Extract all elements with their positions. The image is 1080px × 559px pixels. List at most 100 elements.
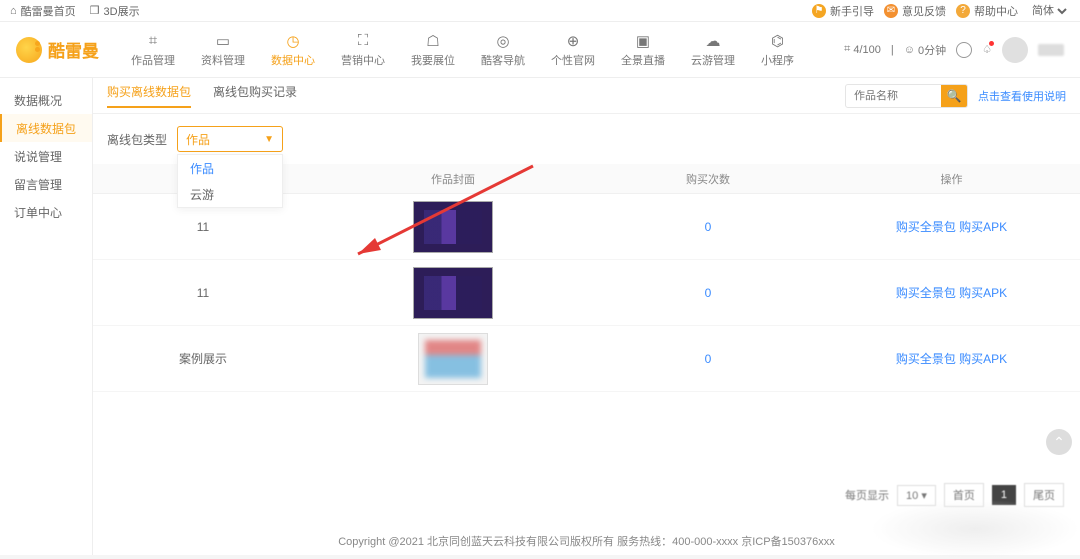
sidebar-item[interactable]: 离线数据包 (0, 114, 92, 142)
search: 🔍 (845, 84, 968, 108)
last-page[interactable]: 尾页 (1024, 483, 1064, 507)
nav-个性官网[interactable]: ⊕个性官网 (545, 30, 601, 70)
nav-icon: ☁ (704, 32, 722, 50)
nav-icon: ⛶ (354, 32, 372, 50)
header-right: ⌗4/100 | ☺0分钟 ♤ (844, 37, 1064, 63)
nav-icon: ▭ (214, 32, 232, 50)
lang-select[interactable]: 简体 (1028, 4, 1070, 18)
buy-pano-link[interactable]: 购买全景包 (896, 220, 956, 234)
buy-apk-link[interactable]: 购买APK (959, 352, 1007, 366)
sidebar-item[interactable]: 订单中心 (0, 198, 92, 226)
nav-label: 作品管理 (131, 52, 175, 68)
bell-icon[interactable]: ♤ (982, 43, 992, 56)
home-label: 酷雷曼首页 (21, 3, 76, 19)
question-icon: ? (956, 4, 970, 18)
help-pill[interactable]: ? 帮助中心 (956, 3, 1018, 19)
filter-row: 离线包类型 作品 ▼ 作品云游 (93, 114, 1080, 164)
nav-小程序[interactable]: ⌬小程序 (755, 30, 800, 70)
buy-pano-link[interactable]: 购买全景包 (896, 352, 956, 366)
col-op: 操作 (823, 171, 1080, 187)
nav-icon: ◎ (494, 32, 512, 50)
flag-icon: ⚑ (812, 4, 826, 18)
logo[interactable]: 酷雷曼 (16, 37, 99, 63)
nav-酷客导航[interactable]: ◎ 酷客导航 (475, 30, 531, 70)
table-row: 11 0 购买全景包 购买APK (93, 260, 1080, 326)
perpage-select[interactable]: 10 ▾ (897, 485, 936, 506)
feedback-label: 意见反馈 (902, 3, 946, 19)
sidebar-item[interactable]: 留言管理 (0, 170, 92, 198)
sidebar-item[interactable]: 数据概况 (0, 86, 92, 114)
type-dropdown: 作品云游 (177, 154, 283, 208)
nav-label: 全景直播 (621, 52, 665, 68)
dropdown-item[interactable]: 云游 (178, 181, 282, 207)
nav-icon: ⌗ (144, 32, 162, 50)
row-count: 0 (593, 352, 823, 366)
nav-数据中心[interactable]: ◷数据中心 (265, 30, 321, 70)
time-value: 0分钟 (918, 42, 946, 58)
buy-apk-link[interactable]: 购买APK (959, 286, 1007, 300)
nav-云游管理[interactable]: ☁ 云游管理 (685, 30, 741, 70)
nav-我要展位[interactable]: ☖我要展位 (405, 30, 461, 70)
shell: 数据概况离线数据包说说管理留言管理订单中心 购买离线数据包离线包购买记录 🔍 点… (0, 78, 1080, 555)
dropdown-item[interactable]: 作品 (178, 155, 282, 181)
row-name: 11 (93, 220, 313, 234)
home-link[interactable]: ⌂ 酷雷曼首页 (10, 3, 76, 19)
search-button[interactable]: 🔍 (941, 84, 967, 108)
sidebar: 数据概况离线数据包说说管理留言管理订单中心 (0, 78, 93, 555)
feedback-pill[interactable]: ✉ 意见反馈 (884, 3, 946, 19)
logo-icon (16, 37, 42, 63)
nav-作品管理[interactable]: ⌗ 作品管理 (125, 30, 181, 70)
footer: Copyright @2021 北京同创蓝天云科技有限公司版权所有 服务热线：4… (93, 533, 1080, 549)
nav-全景直播[interactable]: ▣全景直播 (615, 30, 671, 70)
nav-资料管理[interactable]: ▭ 资料管理 (195, 30, 251, 70)
avatar[interactable] (1002, 37, 1028, 63)
time-stat[interactable]: ☺0分钟 (904, 42, 946, 58)
page-1[interactable]: 1 (992, 485, 1016, 505)
cover-thumb[interactable] (413, 267, 493, 319)
gear-icon[interactable] (956, 42, 972, 58)
guide-label: 新手引导 (830, 3, 874, 19)
cover-thumb[interactable] (413, 201, 493, 253)
row-count: 0 (593, 220, 823, 234)
chat-icon: ✉ (884, 4, 898, 18)
cube-icon: ❒ (90, 4, 100, 17)
nav-label: 资料管理 (201, 52, 245, 68)
home-icon: ⌂ (10, 5, 17, 17)
filter-label: 离线包类型 (107, 131, 167, 148)
search-icon: 🔍 (947, 89, 962, 103)
first-page[interactable]: 首页 (944, 483, 984, 507)
quota-value: 4/100 (853, 44, 881, 56)
nav-label: 酷客导航 (481, 52, 525, 68)
row-cover (313, 327, 593, 391)
help-label: 帮助中心 (974, 3, 1018, 19)
header: 酷雷曼 ⌗ 作品管理 ▭ 资料管理 ◷数据中心 ⛶ 营销中心 ☖我要展位 ◎ 酷客导航 ⊕个性官网 ▣… (0, 22, 1080, 78)
buy-apk-link[interactable]: 购买APK (959, 220, 1007, 234)
tabs-row: 购买离线数据包离线包购买记录 🔍 点击查看使用说明 (93, 78, 1080, 114)
cover-thumb[interactable] (418, 333, 488, 385)
help-link[interactable]: 点击查看使用说明 (978, 88, 1066, 104)
main: 购买离线数据包离线包购买记录 🔍 点击查看使用说明 离线包类型 作品 ▼ 作品云… (93, 78, 1080, 555)
threed-link[interactable]: ❒3D展示 (90, 3, 140, 19)
tab[interactable]: 离线包购买记录 (213, 83, 297, 108)
sidebar-item[interactable]: 说说管理 (0, 142, 92, 170)
nav-label: 云游管理 (691, 52, 735, 68)
nav-营销中心[interactable]: ⛶ 营销中心 (335, 30, 391, 70)
row-count: 0 (593, 286, 823, 300)
row-name: 11 (93, 286, 313, 300)
row-cover (313, 195, 593, 259)
logo-text: 酷雷曼 (48, 37, 99, 62)
main-nav: ⌗ 作品管理 ▭ 资料管理 ◷数据中心 ⛶ 营销中心 ☖我要展位 ◎ 酷客导航 ⊕个性官网 ▣全景直播… (125, 30, 800, 70)
nav-icon: ◷ (284, 32, 302, 50)
tab[interactable]: 购买离线数据包 (107, 83, 191, 108)
perpage-label: 每页显示 (845, 487, 889, 503)
col-count: 购买次数 (593, 171, 823, 187)
scroll-top-button[interactable]: ⌃ (1046, 429, 1072, 455)
type-select[interactable]: 作品 ▼ 作品云游 (177, 126, 283, 152)
row-name: 案例展示 (93, 350, 313, 367)
guide-pill[interactable]: ⚑ 新手引导 (812, 3, 874, 19)
clock-icon: ☺ (904, 44, 915, 56)
nav-label: 营销中心 (341, 52, 385, 68)
quota-stat[interactable]: ⌗4/100 (844, 43, 881, 56)
buy-pano-link[interactable]: 购买全景包 (896, 286, 956, 300)
search-input[interactable] (846, 90, 941, 102)
